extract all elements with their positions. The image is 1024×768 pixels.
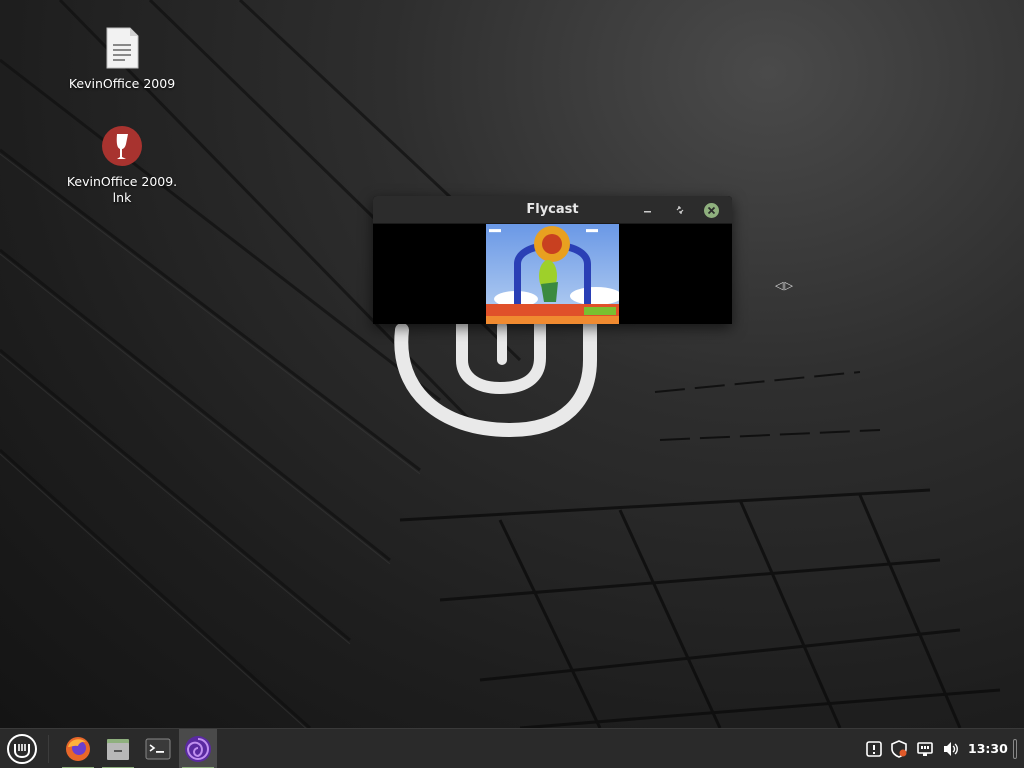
clock[interactable]: 13:30 — [968, 741, 1008, 756]
show-desktop-button[interactable] — [1013, 739, 1017, 759]
network-icon — [917, 742, 933, 756]
files-icon — [107, 739, 129, 760]
minimize-button[interactable] — [640, 202, 656, 218]
desktop-icon-label: KevinOffice 2009. lnk — [66, 174, 178, 205]
flycast-icon — [185, 736, 211, 762]
window-titlebar[interactable]: Flycast — [373, 196, 732, 224]
close-icon — [703, 202, 719, 218]
shield-icon — [891, 740, 907, 758]
taskbar-terminal[interactable] — [139, 729, 177, 768]
document-icon — [98, 26, 146, 74]
taskbar-flycast[interactable] — [179, 729, 217, 768]
resize-hint: ◁▷ — [775, 279, 794, 292]
terminal-icon — [145, 738, 171, 760]
maximize-button[interactable] — [672, 202, 688, 218]
wine-icon — [98, 124, 146, 172]
desktop-wallpaper — [0, 0, 1024, 728]
close-button[interactable] — [703, 202, 719, 218]
desktop-icon-kevinoffice[interactable]: KevinOffice 2009 — [62, 26, 182, 92]
minimize-icon — [644, 211, 651, 213]
restore-icon — [676, 206, 684, 214]
flycast-window[interactable]: Flycast ■■■■ ■■■■ — [373, 196, 732, 324]
tray-volume[interactable] — [941, 739, 961, 759]
game-screen[interactable]: ■■■■ ■■■■ — [486, 224, 619, 324]
tray-notifications[interactable] — [864, 739, 884, 759]
volume-icon — [944, 742, 958, 756]
taskbar-firefox[interactable] — [59, 729, 97, 768]
firefox-icon — [66, 737, 90, 761]
notification-icon — [866, 741, 882, 757]
taskbar-files[interactable] — [99, 729, 137, 768]
tray-network[interactable] — [915, 739, 935, 759]
taskbar-separator — [48, 735, 49, 763]
desktop-icon-label: KevinOffice 2009 — [68, 76, 176, 91]
svg-text:■■■■: ■■■■ — [586, 228, 598, 234]
menu-button[interactable] — [2, 729, 42, 768]
desktop-icon-kevinoffice-lnk[interactable]: KevinOffice 2009. lnk — [62, 124, 182, 206]
svg-text:■■■■: ■■■■ — [489, 228, 501, 234]
tray-update-manager[interactable] — [889, 739, 909, 759]
mint-menu-icon — [7, 734, 37, 764]
taskbar: 13:30 — [0, 728, 1024, 768]
